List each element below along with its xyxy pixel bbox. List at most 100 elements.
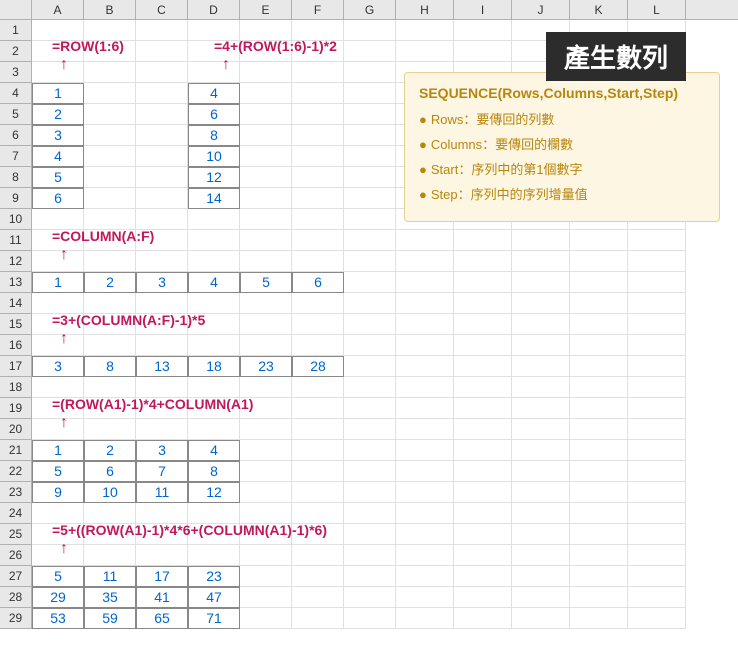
row-header[interactable]: 18 (0, 377, 32, 398)
cell[interactable] (240, 419, 292, 440)
cell[interactable] (136, 545, 188, 566)
cell[interactable] (512, 314, 570, 335)
row-header[interactable]: 14 (0, 293, 32, 314)
cell[interactable] (454, 398, 512, 419)
cell[interactable] (136, 62, 188, 83)
cell[interactable] (136, 125, 188, 146)
cell[interactable] (396, 524, 454, 545)
cell[interactable] (628, 566, 686, 587)
cell[interactable] (628, 545, 686, 566)
cell[interactable] (292, 587, 344, 608)
cell[interactable] (396, 545, 454, 566)
cell[interactable] (512, 503, 570, 524)
row-header[interactable]: 7 (0, 146, 32, 167)
col-header-k[interactable]: K (570, 0, 628, 19)
cell[interactable] (396, 377, 454, 398)
cell[interactable] (396, 482, 454, 503)
row-header[interactable]: 11 (0, 230, 32, 251)
row-header[interactable]: 10 (0, 209, 32, 230)
cell[interactable] (240, 251, 292, 272)
cell[interactable] (136, 251, 188, 272)
cell[interactable] (344, 524, 396, 545)
cell[interactable] (628, 356, 686, 377)
cell[interactable] (454, 587, 512, 608)
cell[interactable] (240, 188, 292, 209)
cell[interactable] (570, 545, 628, 566)
cell[interactable] (628, 377, 686, 398)
cell[interactable] (240, 608, 292, 629)
cell[interactable] (628, 314, 686, 335)
cell[interactable] (570, 293, 628, 314)
cell[interactable] (188, 377, 240, 398)
cell[interactable] (188, 335, 240, 356)
row-header[interactable]: 26 (0, 545, 32, 566)
row-header[interactable]: 5 (0, 104, 32, 125)
cell[interactable] (136, 83, 188, 104)
cell[interactable] (344, 503, 396, 524)
cell[interactable] (570, 335, 628, 356)
cell[interactable] (292, 440, 344, 461)
cell[interactable] (240, 62, 292, 83)
cell[interactable] (240, 314, 292, 335)
cell[interactable] (396, 230, 454, 251)
cell[interactable] (240, 335, 292, 356)
cell[interactable] (292, 104, 344, 125)
row-header[interactable]: 25 (0, 524, 32, 545)
cell[interactable] (570, 440, 628, 461)
col-header-j[interactable]: J (512, 0, 570, 19)
cell[interactable] (84, 167, 136, 188)
cell[interactable] (570, 314, 628, 335)
cell[interactable] (344, 398, 396, 419)
cell[interactable] (454, 230, 512, 251)
cell[interactable] (344, 188, 396, 209)
cell[interactable] (292, 188, 344, 209)
cell[interactable] (344, 167, 396, 188)
cell[interactable] (84, 83, 136, 104)
cell[interactable] (136, 293, 188, 314)
cell[interactable] (188, 209, 240, 230)
cell[interactable] (344, 146, 396, 167)
cell[interactable] (32, 209, 84, 230)
cell[interactable] (454, 545, 512, 566)
cell[interactable] (512, 482, 570, 503)
cell[interactable] (454, 440, 512, 461)
cell[interactable] (292, 83, 344, 104)
cell[interactable] (292, 419, 344, 440)
cell[interactable] (84, 377, 136, 398)
cell[interactable] (188, 293, 240, 314)
cell[interactable] (136, 335, 188, 356)
row-header[interactable]: 21 (0, 440, 32, 461)
cell[interactable] (188, 419, 240, 440)
cell[interactable] (292, 398, 344, 419)
cell[interactable] (84, 104, 136, 125)
cell[interactable] (454, 566, 512, 587)
cell[interactable] (240, 125, 292, 146)
cell[interactable] (512, 356, 570, 377)
cell[interactable] (292, 251, 344, 272)
row-header[interactable]: 8 (0, 167, 32, 188)
cell[interactable] (454, 251, 512, 272)
cell[interactable] (292, 482, 344, 503)
cell[interactable] (344, 62, 396, 83)
cell[interactable] (84, 419, 136, 440)
cell[interactable] (84, 209, 136, 230)
cell[interactable] (32, 293, 84, 314)
cell[interactable] (136, 41, 188, 62)
cell[interactable] (292, 146, 344, 167)
cell[interactable] (240, 209, 292, 230)
cell[interactable] (454, 461, 512, 482)
cell[interactable] (570, 524, 628, 545)
cell[interactable] (344, 20, 396, 41)
cell[interactable] (344, 83, 396, 104)
row-header[interactable]: 29 (0, 608, 32, 629)
cell[interactable] (240, 440, 292, 461)
cell[interactable] (240, 503, 292, 524)
cell[interactable] (570, 272, 628, 293)
cell[interactable] (454, 335, 512, 356)
cell[interactable] (512, 293, 570, 314)
cell[interactable] (396, 41, 454, 62)
cell[interactable] (512, 230, 570, 251)
cell[interactable] (292, 125, 344, 146)
cell[interactable] (32, 62, 84, 83)
cell[interactable] (396, 293, 454, 314)
